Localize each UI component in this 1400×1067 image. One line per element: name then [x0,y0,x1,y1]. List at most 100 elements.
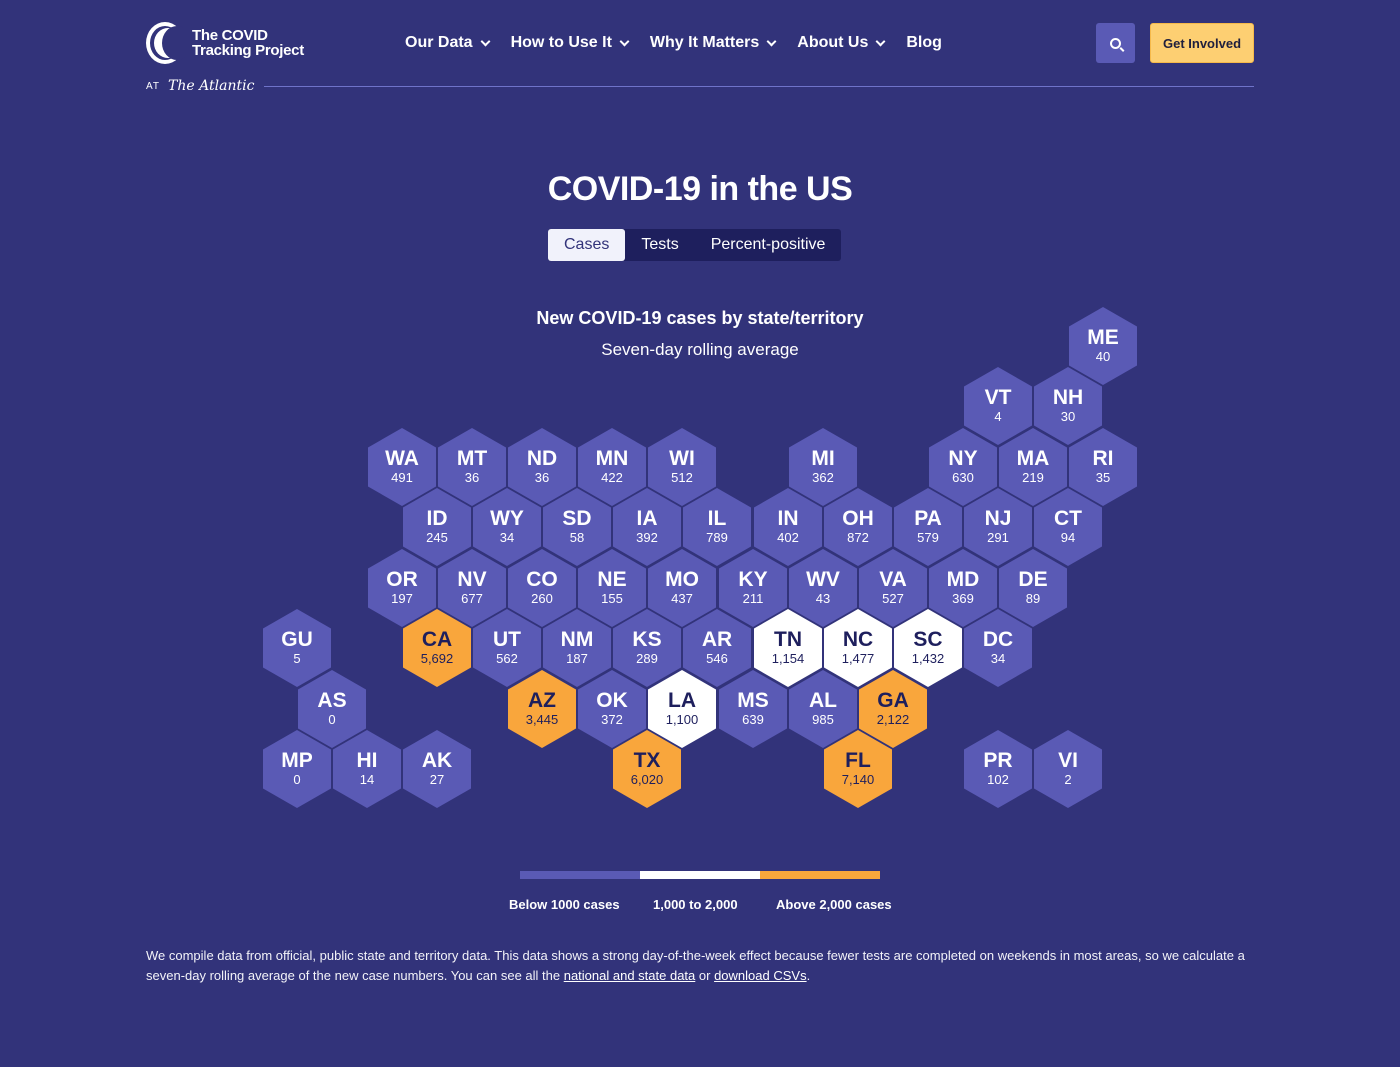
state-hex-tx[interactable]: TX 6,020 [613,730,681,808]
nav-about-us[interactable]: About Us [797,32,886,54]
state-hex-dc[interactable]: DC 34 [964,609,1032,687]
state-hex-id[interactable]: ID 245 [403,488,471,566]
legend-label-mid: 1,000 to 2,000 [653,897,738,912]
state-hex-ct[interactable]: CT 94 [1034,488,1102,566]
state-hex-wv[interactable]: WV 43 [789,549,857,627]
state-hex-la[interactable]: LA 1,100 [648,670,716,748]
state-abbr: FL [845,749,871,772]
state-value: 58 [569,530,585,545]
state-hex-va[interactable]: VA 527 [859,549,927,627]
state-value: 211 [742,591,764,606]
get-involved-button[interactable]: Get Involved [1150,23,1254,63]
state-hex-ar[interactable]: AR 546 [683,609,751,687]
state-value: 422 [601,470,623,485]
tab-cases[interactable]: Cases [548,229,626,261]
state-hex-ma[interactable]: MA 219 [999,428,1067,506]
state-abbr: ME [1087,326,1119,349]
state-hex-ca[interactable]: CA 5,692 [403,609,471,687]
state-hex-de[interactable]: DE 89 [999,549,1067,627]
state-value: 30 [1060,409,1076,424]
state-hex-as[interactable]: AS 0 [298,670,366,748]
state-hex-mi[interactable]: MI 362 [789,428,857,506]
tab-tests[interactable]: Tests [625,229,694,261]
state-hex-ut[interactable]: UT 562 [473,609,541,687]
state-abbr: NM [560,628,594,651]
nav-how-to-use[interactable]: How to Use It [511,32,630,54]
state-hex-ga[interactable]: GA 2,122 [859,670,927,748]
state-hex-sc[interactable]: SC 1,432 [894,609,962,687]
state-hex-ok[interactable]: OK 372 [578,670,646,748]
state-hex-nj[interactable]: NJ 291 [964,488,1032,566]
state-hex-hi[interactable]: HI 14 [333,730,401,808]
nav-why-it-matters[interactable]: Why It Matters [650,32,777,54]
state-hex-mt[interactable]: MT 36 [438,428,506,506]
download-csvs-link[interactable]: download CSVs [714,968,807,983]
state-abbr: IL [707,507,727,530]
search-button[interactable] [1096,23,1135,63]
state-hex-nd[interactable]: ND 36 [508,428,576,506]
tab-percent-positive[interactable]: Percent-positive [695,229,842,261]
site-logo[interactable]: The COVID Tracking Project [146,20,312,66]
state-abbr: CA [421,628,453,651]
state-hex-il[interactable]: IL 789 [683,488,751,566]
state-hex-ne[interactable]: NE 155 [578,549,646,627]
state-hex-mn[interactable]: MN 422 [578,428,646,506]
state-hex-gu[interactable]: GU 5 [263,609,331,687]
state-abbr: NV [457,568,487,591]
state-abbr: WA [385,447,419,470]
state-hex-pr[interactable]: PR 102 [964,730,1032,808]
national-state-data-link[interactable]: national and state data [564,968,696,983]
nav-blog[interactable]: Blog [906,32,942,54]
state-value: 372 [601,712,623,727]
state-hex-vi[interactable]: VI 2 [1034,730,1102,808]
state-hex-in[interactable]: IN 402 [754,488,822,566]
state-abbr: VA [879,568,907,591]
state-hex-az[interactable]: AZ 3,445 [508,670,576,748]
state-hex-nm[interactable]: NM 187 [543,609,611,687]
state-value: 36 [464,470,480,485]
state-hex-ks[interactable]: KS 289 [613,609,681,687]
state-hex-nc[interactable]: NC 1,477 [824,609,892,687]
state-hex-wi[interactable]: WI 512 [648,428,716,506]
state-abbr: MP [281,749,313,772]
state-hex-wy[interactable]: WY 34 [473,488,541,566]
state-hex-tn[interactable]: TN 1,154 [754,609,822,687]
state-hex-mo[interactable]: MO 437 [648,549,716,627]
state-hex-ia[interactable]: IA 392 [613,488,681,566]
state-hex-ky[interactable]: KY 211 [719,549,787,627]
state-hex-md[interactable]: MD 369 [929,549,997,627]
state-hex-oh[interactable]: OH 872 [824,488,892,566]
state-hex-fl[interactable]: FL 7,140 [824,730,892,808]
state-value: 2 [1064,772,1072,787]
chevron-down-icon [619,36,630,46]
nav-our-data[interactable]: Our Data [405,32,491,54]
state-value: 677 [461,591,483,606]
state-value: 639 [742,712,764,727]
state-hex-ak[interactable]: AK 27 [403,730,471,808]
state-hex-pa[interactable]: PA 579 [894,488,962,566]
state-hex-or[interactable]: OR 197 [368,549,436,627]
state-abbr: VI [1058,749,1078,772]
state-value: 562 [496,651,518,666]
state-hex-nv[interactable]: NV 677 [438,549,506,627]
partner-logo[interactable]: The Atlantic [168,78,254,94]
state-hex-al[interactable]: AL 985 [789,670,857,748]
legend-swatch-mid [640,871,760,879]
state-hex-nh[interactable]: NH 30 [1034,367,1102,445]
state-abbr: DC [982,628,1014,651]
state-hex-wa[interactable]: WA 491 [368,428,436,506]
state-value: 1,477 [841,651,875,666]
main-nav: Our Data How to Use It Why It Matters Ab… [405,32,964,54]
state-hex-ms[interactable]: MS 639 [719,670,787,748]
chevron-down-icon [766,36,777,46]
nav-label: About Us [797,34,869,51]
state-hex-ny[interactable]: NY 630 [929,428,997,506]
state-hex-ri[interactable]: RI 35 [1069,428,1137,506]
state-abbr: NH [1052,386,1084,409]
state-hex-vt[interactable]: VT 4 [964,367,1032,445]
state-hex-sd[interactable]: SD 58 [543,488,611,566]
state-abbr: PA [914,507,942,530]
map-subtitle: Seven-day rolling average [601,340,799,359]
state-hex-co[interactable]: CO 260 [508,549,576,627]
state-hex-mp[interactable]: MP 0 [263,730,331,808]
